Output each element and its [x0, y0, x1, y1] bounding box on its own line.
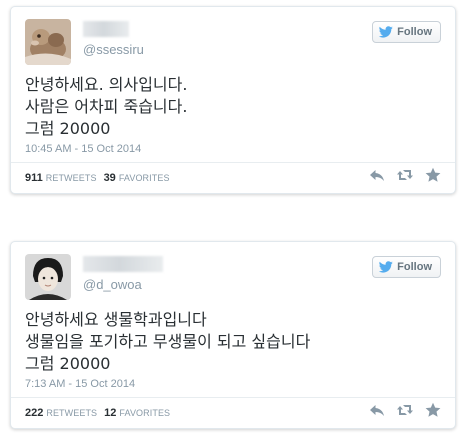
favorite-label[interactable]: FAVORITES — [119, 173, 170, 183]
retweet-label[interactable]: RETWEETS — [46, 408, 97, 418]
retweet-icon[interactable] — [397, 167, 413, 183]
avatar[interactable] — [25, 254, 71, 300]
tweet-actions — [369, 402, 441, 418]
divider — [11, 397, 455, 398]
tweet-text-line: 안녕하세요 생물학과입니다 — [25, 310, 207, 329]
avatar-image — [25, 19, 71, 65]
user-handle[interactable]: @ssessiru — [83, 42, 144, 57]
tweet-text-line: 생물임을 포기하고 무생물이 되고 싶습니다 — [25, 332, 311, 351]
retweet-count[interactable]: 222 — [25, 407, 43, 419]
tweet-stats: 911 RETWEETS 39 FAVORITES — [25, 172, 177, 184]
tweet-text-line: 그럼 20000 — [25, 119, 111, 138]
avatar[interactable] — [25, 19, 71, 65]
tweet-text: 안녕하세요 생물학과입니다 생물임을 포기하고 무생물이 되고 싶습니다 그럼 … — [25, 309, 310, 375]
display-name-blurred — [83, 21, 129, 37]
tweet-stats: 222 RETWEETS 12 FAVORITES — [25, 407, 177, 419]
display-name-blurred — [83, 256, 163, 272]
reply-icon[interactable] — [369, 167, 385, 183]
follow-button[interactable]: Follow — [372, 256, 441, 278]
favorite-count[interactable]: 12 — [104, 407, 116, 419]
follow-button[interactable]: Follow — [372, 21, 441, 43]
star-icon[interactable] — [425, 402, 441, 418]
follow-label: Follow — [397, 261, 432, 273]
twitter-bird-icon — [379, 26, 393, 38]
retweet-icon[interactable] — [397, 402, 413, 418]
favorite-label[interactable]: FAVORITES — [119, 408, 170, 418]
tweet-card: @ssessiru Follow 안녕하세요. 의사입니다. 사람은 어차피 죽… — [10, 6, 456, 194]
user-handle[interactable]: @d_owoa — [83, 277, 142, 292]
tweet-card: @d_owoa Follow 안녕하세요 생물학과입니다 생물임을 포기하고 무… — [10, 241, 456, 429]
tweet-timestamp[interactable]: 7:13 AM - 15 Oct 2014 — [25, 378, 135, 390]
tweet-text-line: 안녕하세요. 의사입니다. — [25, 75, 188, 94]
twitter-bird-icon — [379, 261, 393, 273]
favorite-count[interactable]: 39 — [104, 172, 116, 184]
tweet-text-line: 사람은 어차피 죽습니다. — [25, 97, 188, 116]
star-icon[interactable] — [425, 167, 441, 183]
tweet-text-line: 그럼 20000 — [25, 354, 111, 373]
tweet-timestamp[interactable]: 10:45 AM - 15 Oct 2014 — [25, 143, 141, 155]
retweet-count[interactable]: 911 — [25, 172, 43, 184]
tweet-actions — [369, 167, 441, 183]
tweet-text: 안녕하세요. 의사입니다. 사람은 어차피 죽습니다. 그럼 20000 — [25, 74, 187, 140]
divider — [11, 162, 455, 163]
follow-label: Follow — [397, 26, 432, 38]
avatar-image — [25, 254, 71, 300]
retweet-label[interactable]: RETWEETS — [46, 173, 97, 183]
reply-icon[interactable] — [369, 402, 385, 418]
